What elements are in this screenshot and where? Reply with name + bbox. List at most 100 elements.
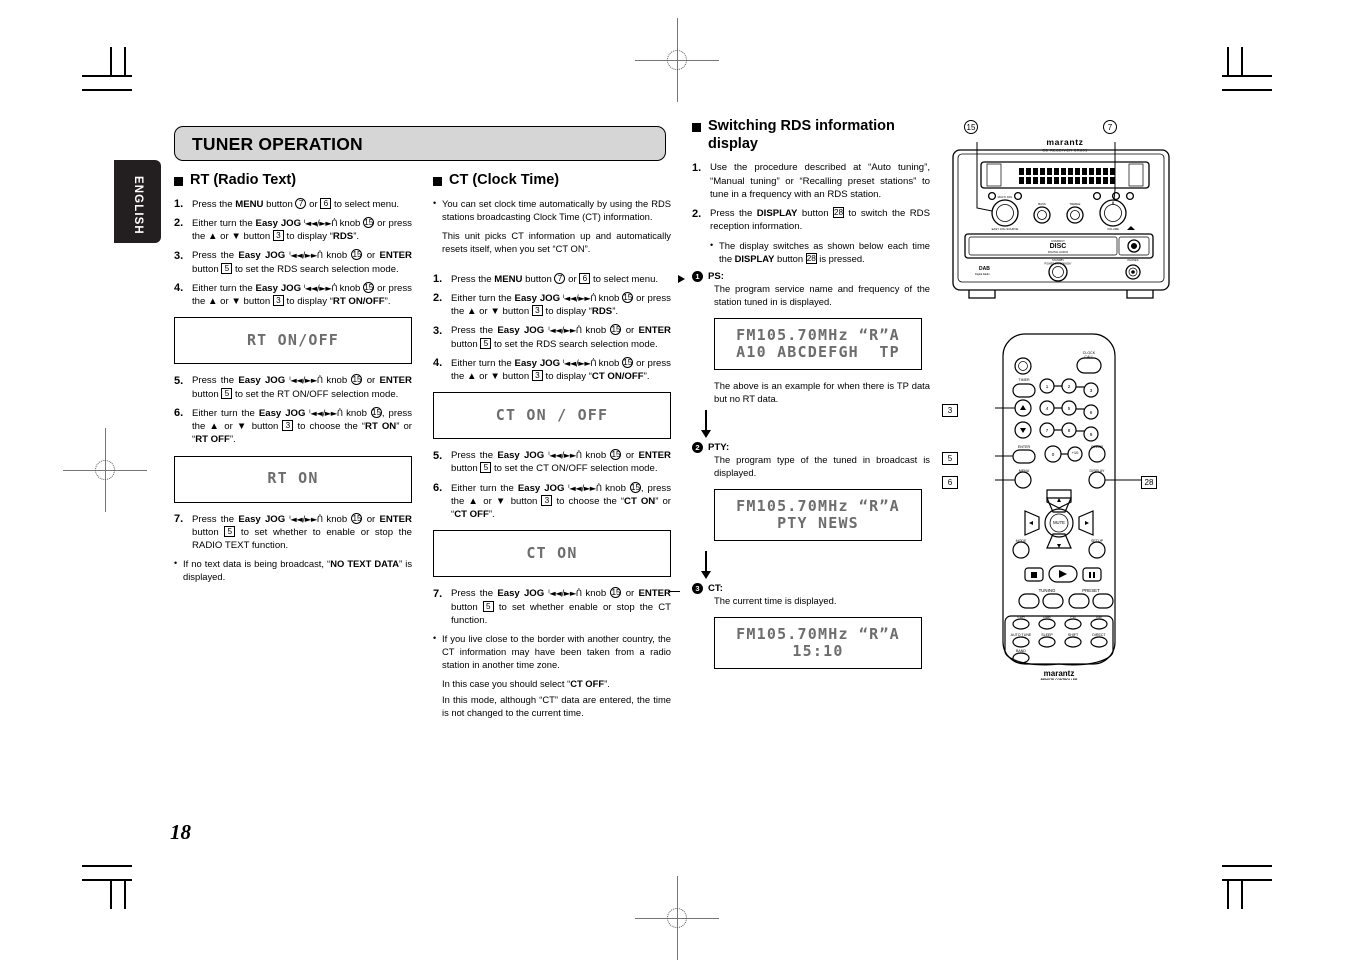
svg-text:0: 0 xyxy=(1052,452,1055,457)
svg-text:Digital Radio: Digital Radio xyxy=(975,272,990,276)
svg-text:AUTO TUNE: AUTO TUNE xyxy=(1011,633,1032,637)
rt-steps-3: 7. Press the Easy JOG ᑊ◄◄/►►ᑏ knob 15 or … xyxy=(174,512,412,553)
language-tab: ENGLISH xyxy=(114,160,161,243)
svg-text:AM: AM xyxy=(1096,615,1101,619)
lcd-line: RT ON xyxy=(267,469,319,488)
svg-text:BAND: BAND xyxy=(1016,649,1026,653)
ref-square: 28 xyxy=(805,252,817,264)
ct-note-paragraph-2: In this mode, although “CT” data are ent… xyxy=(442,693,671,718)
page-number: 18 xyxy=(170,820,191,844)
list-item: 2. Either turn the Easy JOG ᑊ◄◄/►►ᑏ knob … xyxy=(174,216,412,243)
ref-square: 3 xyxy=(272,230,284,242)
callout-6-remote: 6 xyxy=(942,476,958,489)
step-number: 7. xyxy=(174,513,184,525)
svg-text:DAB: DAB xyxy=(1043,615,1051,619)
ref-square: 6 xyxy=(320,197,332,209)
svg-text:4: 4 xyxy=(1046,406,1049,411)
lcd-line: FM105.70MHz “R”A xyxy=(736,325,900,344)
list-item: If no text data is being broadcast, “NO … xyxy=(174,557,412,584)
svg-text:2: 2 xyxy=(1068,384,1071,389)
step-badge: 1 xyxy=(692,271,703,283)
list-item: 6. Either turn the Easy JOG ᑊ◄◄/►►ᑏ knob … xyxy=(174,406,412,446)
ref-square: 5 xyxy=(482,600,494,612)
display-step: 2 PTY: The program type of the tuned in br… xyxy=(692,442,930,542)
list-item: 3. Press the Easy JOG ᑊ◄◄/►►ᑏ knob 15 or … xyxy=(433,324,671,350)
registration-mark-top xyxy=(635,18,719,102)
step-number: 6. xyxy=(433,482,443,495)
ref-square: 6 xyxy=(579,272,591,284)
list-item: 7. Press the Easy JOG ᑊ◄◄/►►ᑏ knob 15 or … xyxy=(174,512,412,551)
ref-circle: 15 xyxy=(351,249,363,261)
list-item: The display switches as shown below each… xyxy=(710,239,930,266)
lcd-rt-on: RT ON xyxy=(174,455,412,503)
svg-text:MODE: MODE xyxy=(1016,539,1027,543)
ref-circle: 15 xyxy=(629,481,641,493)
svg-text:REMOTE CONTROLLER: REMOTE CONTROLLER xyxy=(1041,678,1078,680)
unit-dab-badge: DAB xyxy=(979,266,990,272)
lcd-line: 15:10 xyxy=(792,642,844,661)
rds-step2-note: The display switches as shown below each… xyxy=(692,239,930,266)
callout-5-remote: 5 xyxy=(942,452,958,465)
unit-brand-sub: CD RECEIVER CR601 xyxy=(1042,149,1087,153)
list-item: If you live close to the border with ano… xyxy=(433,632,671,672)
ref-circle: 15 xyxy=(351,374,363,386)
ref-square: 3 xyxy=(531,369,543,381)
ref-square: 3 xyxy=(531,305,543,317)
list-item: 5. Press the Easy JOG ᑊ◄◄/►►ᑏ knob 15 or … xyxy=(433,449,671,475)
lcd-line: FM105.70MHz “R”A xyxy=(736,496,900,515)
svg-text:PRESET: PRESET xyxy=(1082,588,1100,593)
ref-circle: 15 xyxy=(351,512,363,524)
svg-text:CLEAR: CLEAR xyxy=(1091,445,1103,449)
rt-notes: If no text data is being broadcast, “NO … xyxy=(174,557,412,584)
display-step-label: PS: xyxy=(708,271,724,283)
heading-switching-rds: Switching RDS information display xyxy=(692,118,930,153)
ct-intro-notes: You can set clock time automatically by … xyxy=(433,197,671,224)
svg-text:6: 6 xyxy=(1090,410,1093,415)
svg-text:ENTER: ENTER xyxy=(1018,445,1031,449)
ref-circle: 15 xyxy=(363,281,375,293)
registration-mark-bottom xyxy=(635,876,719,960)
step-number: 2. xyxy=(433,292,443,305)
display-step-header: 3 CT: xyxy=(692,583,930,595)
lead-line-icon xyxy=(668,590,680,593)
ref-square: 5 xyxy=(480,337,492,349)
remote-control-svg: CLOCKCALL TIMER ENTER CLEAR MENU DISPLAY… xyxy=(991,333,1145,682)
display-step-label: CT: xyxy=(708,583,723,595)
step-number: 1. xyxy=(433,273,443,286)
svg-text:STANDBY: STANDBY xyxy=(1052,258,1064,262)
svg-text:3: 3 xyxy=(1090,388,1093,393)
svg-text:PHONES: PHONES xyxy=(1128,258,1139,262)
ct-steps-2: 5. Press the Easy JOG ᑊ◄◄/►►ᑏ knob 15 or … xyxy=(433,449,671,521)
registration-mark-left xyxy=(63,428,147,512)
column-rt-radio-text: RT (Radio Text) 1. Press the MENU button … xyxy=(174,172,412,590)
ref-square: 5 xyxy=(221,387,233,399)
step-number: 6. xyxy=(174,407,184,420)
rt-steps-1: 1. Press the MENU button 7 or 6 to select… xyxy=(174,197,412,309)
square-bullet-icon xyxy=(433,177,442,186)
ct-steps-3: 7. Press the Easy JOG ᑊ◄◄/►►ᑏ knob 15 or … xyxy=(433,587,671,627)
lcd-ct-on: CT ON xyxy=(433,530,671,578)
callout-3-remote: 3 xyxy=(942,404,958,417)
lead-arrow-icon xyxy=(678,275,685,284)
callout-28-remote: 28 xyxy=(1141,476,1157,489)
callout-15-unit: 15 xyxy=(964,120,978,134)
list-item: 2. Either turn the Easy JOG ᑊ◄◄/►►ᑏ knob … xyxy=(433,291,671,318)
unit-disc-label: DISC xyxy=(1050,243,1067,250)
heading-ct: CT (Clock Time) xyxy=(433,172,671,190)
ref-square: 3 xyxy=(272,295,284,307)
list-item: 7. Press the Easy JOG ᑊ◄◄/►►ᑏ knob 15 or … xyxy=(433,587,671,626)
lcd-line: A10 ABCDEFGH TP xyxy=(736,343,900,362)
svg-text:EASY JOG SOURCE: EASY JOG SOURCE xyxy=(992,227,1019,231)
svg-text:+10: +10 xyxy=(1072,450,1080,455)
ref-square: 3 xyxy=(282,420,294,432)
display-step: 1 PS: The program service name and frequen… xyxy=(678,271,930,406)
cd-receiver-svg: marantz CD RECEIVER CR601 DISC COMPACT D… xyxy=(952,137,1170,299)
svg-text:9: 9 xyxy=(1090,432,1093,437)
heading-line-2: display xyxy=(708,135,758,152)
svg-text:1: 1 xyxy=(1046,384,1049,389)
ct-intro-paragraph: This unit picks CT information up and au… xyxy=(442,229,671,254)
step-number: 4. xyxy=(433,357,443,370)
list-item: 1. Press the MENU button 7 or 6 to select… xyxy=(174,197,412,211)
ref-circle: 15 xyxy=(622,291,634,303)
ref-square: 28 xyxy=(832,207,844,219)
